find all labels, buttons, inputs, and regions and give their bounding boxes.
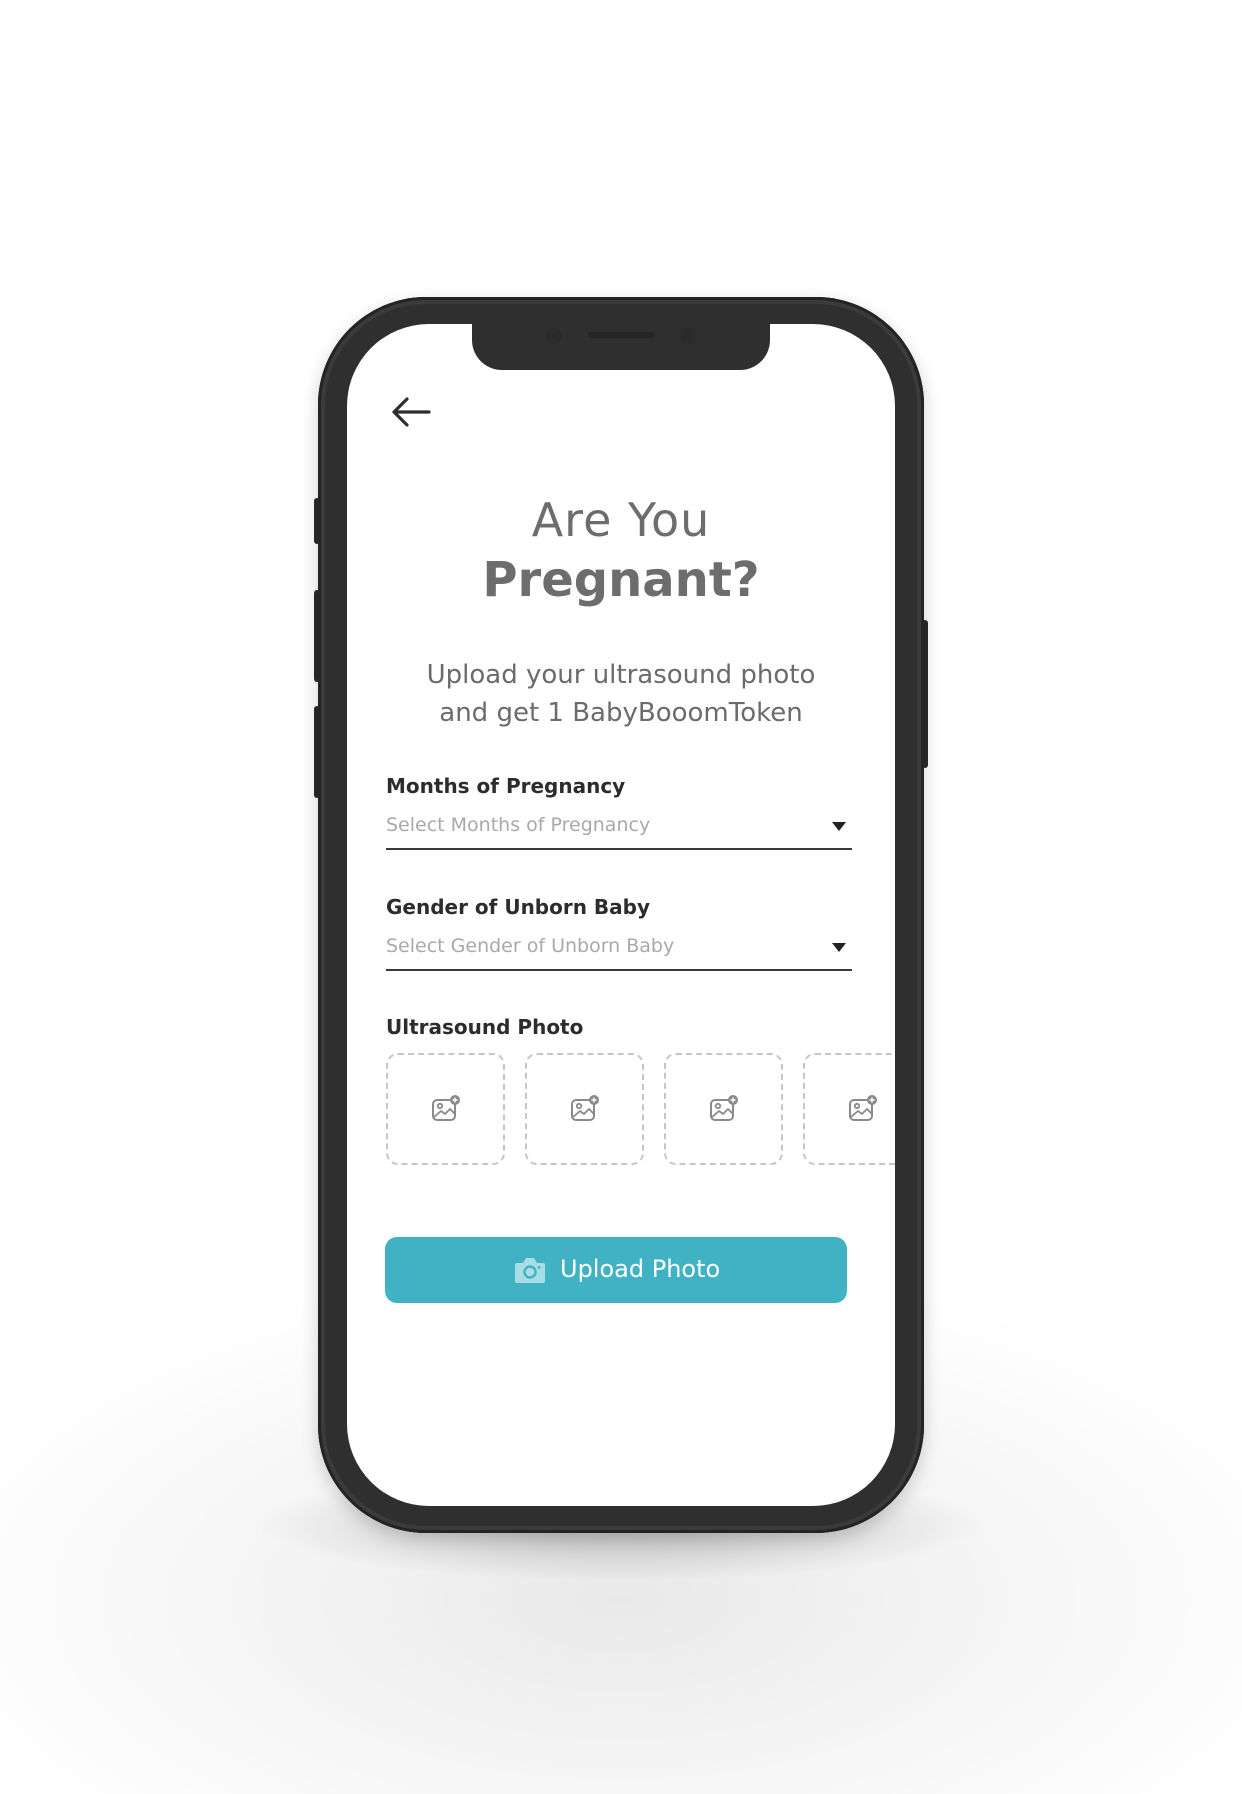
months-select-placeholder: Select Months of Pregnancy bbox=[386, 814, 651, 836]
upload-photo-label: Upload Photo bbox=[560, 1255, 721, 1283]
photo-slot-1[interactable] bbox=[386, 1053, 505, 1165]
earpiece-speaker bbox=[588, 332, 654, 338]
gender-field-label: Gender of Unborn Baby bbox=[386, 895, 651, 919]
page-title-line-2: Pregnant? bbox=[482, 551, 760, 608]
ultrasound-photo-label: Ultrasound Photo bbox=[386, 1015, 584, 1039]
page-subtitle-line-1: Upload your ultrasound photo bbox=[426, 660, 816, 690]
add-image-icon bbox=[571, 1095, 599, 1121]
camera-icon bbox=[515, 1258, 545, 1283]
caret-down-icon bbox=[832, 822, 846, 831]
add-image-icon bbox=[849, 1095, 877, 1121]
months-field-label: Months of Pregnancy bbox=[386, 774, 626, 798]
page-title-line-1: Are You bbox=[531, 493, 711, 547]
photo-slot-4[interactable] bbox=[803, 1053, 895, 1165]
gender-select[interactable]: Select Gender of Unborn Baby bbox=[386, 923, 852, 971]
app-screen: Are You Pregnant? Upload your ultrasound… bbox=[347, 324, 895, 1506]
page-subtitle-line-2: and get 1 BabyBooomToken bbox=[439, 698, 803, 728]
add-image-icon bbox=[710, 1095, 738, 1121]
caret-down-icon bbox=[832, 943, 846, 952]
gender-select-placeholder: Select Gender of Unborn Baby bbox=[386, 935, 675, 957]
face-sensor bbox=[680, 328, 696, 344]
phone-notch bbox=[472, 324, 770, 370]
photo-slot-3[interactable] bbox=[664, 1053, 783, 1165]
add-image-icon bbox=[432, 1095, 460, 1121]
page-subtitle: Upload your ultrasound photo and get 1 B… bbox=[377, 656, 865, 732]
arrow-left-icon bbox=[392, 397, 431, 427]
months-select[interactable]: Select Months of Pregnancy bbox=[386, 802, 852, 850]
ultrasound-photo-slots bbox=[386, 1053, 895, 1165]
front-camera bbox=[546, 328, 562, 344]
page-title: Are You Pregnant? bbox=[347, 492, 895, 610]
photo-slot-2[interactable] bbox=[525, 1053, 644, 1165]
back-button[interactable] bbox=[389, 390, 435, 434]
upload-photo-button[interactable]: Upload Photo bbox=[385, 1237, 847, 1303]
